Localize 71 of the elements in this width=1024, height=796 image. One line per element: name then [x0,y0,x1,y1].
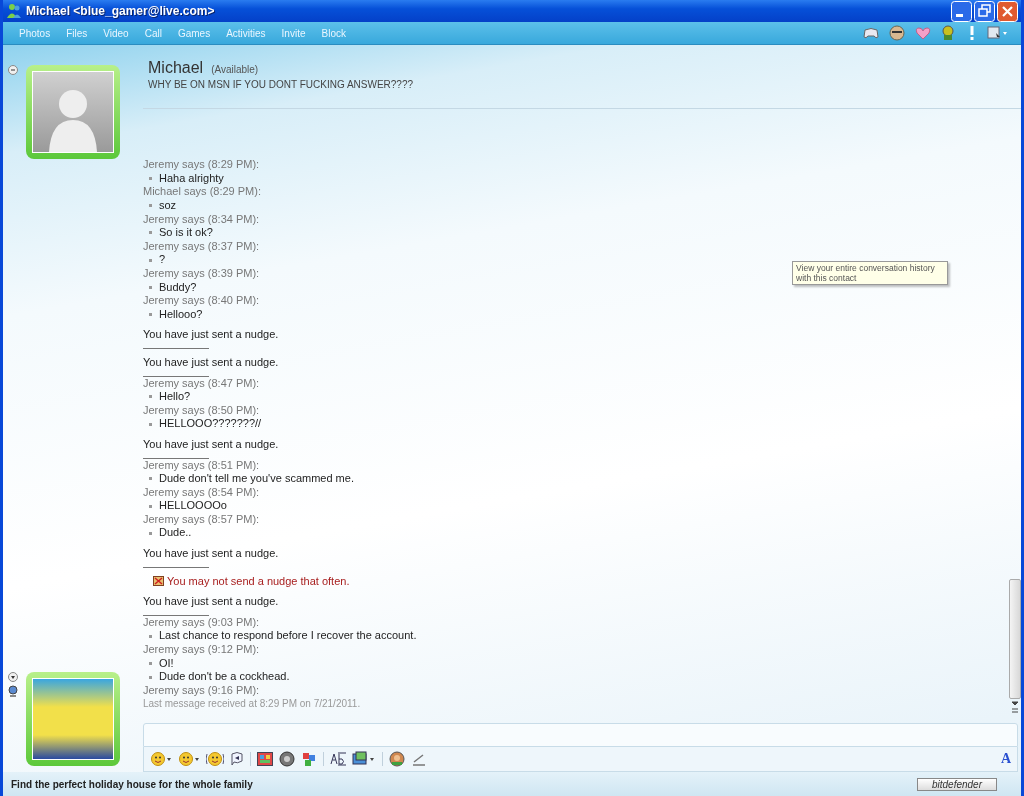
ad-link[interactable]: Find the perfect holiday house for the whole family [11,778,917,790]
collapse-icon[interactable] [8,65,18,75]
menu-item[interactable]: Files [58,27,96,39]
message-header: Jeremy says (8:37 PM): [143,239,260,254]
messenger-icon [6,3,22,19]
message-header: Michael says (8:29 PM): [143,185,261,199]
scrollbar-thumb[interactable] [1009,579,1021,699]
chat-message: Last chance to respond before I recover the account. [159,629,417,644]
nudge-icon[interactable] [206,751,224,767]
close-button[interactable] [997,0,1018,22]
message-header: Jeremy says (8:51 PM): [143,458,260,473]
spell-check-icon[interactable] [330,752,346,766]
message-input[interactable] [143,723,1018,747]
chat-message: Buddy? [159,280,197,295]
picture-icon[interactable] [352,751,376,767]
webcam-icon[interactable] [8,685,18,697]
contact-status: (Available) [211,64,259,75]
font-button[interactable]: A [994,751,1017,767]
pen-icon[interactable] [411,751,427,767]
menu-item[interactable]: Invite [273,27,314,39]
nudge-notice: You have just sent a nudge. [143,355,279,370]
options-menu-icon[interactable] [987,25,1009,41]
wink-icon[interactable] [178,751,200,767]
personal-message: WHY BE ON MSN IF YOU DONT FUCKING ANSWER???? [148,79,415,90]
restore-button[interactable] [974,0,995,22]
message-header: Jeremy says (9:03 PM): [143,615,260,630]
antivirus-badge[interactable]: bitdefender [916,777,997,791]
message-header: Jeremy says (9:12 PM): [143,643,260,657]
menu-item[interactable]: Photos [11,27,59,39]
nudge-icon [153,576,164,587]
menu-item[interactable]: Activities [218,27,274,39]
message-header: Jeremy says (8:40 PM): [143,294,260,308]
minimize-button[interactable] [951,0,972,22]
message-header: Jeremy says (8:29 PM): [143,158,260,172]
tooltip: View your entire conversation history with this contact [792,261,948,285]
voice-clip-icon[interactable] [230,751,244,767]
message-header: Jeremy says (9:16 PM): [143,683,260,698]
nudge-notice: You have just sent a nudge. [143,328,279,342]
expand-icon[interactable] [8,672,18,682]
nudge-notice: You have just sent a nudge. [143,437,279,452]
chat-message: Haha alrighty [159,171,224,186]
message-header: Jeremy says (8:50 PM): [143,403,260,418]
chat-message: Dude don't be a cockhead. [159,670,290,684]
menu-item[interactable]: Games [169,27,219,39]
warning-message: You may not send a nudge that often. [167,574,350,589]
menu-item[interactable]: Block [313,27,354,39]
game-controller-icon[interactable] [863,26,879,40]
message-header: Jeremy says (8:39 PM): [143,266,260,281]
menu-item[interactable]: Video [95,27,137,39]
chat-message: Dude.. [159,526,192,541]
scroll-down-icon[interactable] [1011,699,1019,713]
chat-message: OI! [159,656,174,671]
window-title: Michael <blue_gamer@live.com> [26,4,216,18]
emoticon-icon[interactable] [150,751,172,767]
nudge-notice: You have just sent a nudge. [143,547,279,561]
message-header: Jeremy says (8:57 PM): [143,512,260,527]
chat-message: HELLOOOOo [159,499,227,513]
message-header: Jeremy says (8:54 PM): [143,485,260,500]
last-message-info: Last message received at 8:29 PM on 7/21/2011. [143,697,361,711]
contact-name: Michael [148,59,204,77]
message-header: Jeremy says (8:34 PM): [143,212,260,227]
chat-message: Dude don't tell me you've scammed me. [159,472,354,486]
chat-message: ? [159,253,166,267]
chat-message: Hello? [159,390,191,404]
chat-message: So is it ok? [159,226,213,240]
nudge-notice: You have just sent a nudge. [143,595,279,609]
chat-message: HELLOOO???????// [159,417,262,431]
message-header: Jeremy says (8:47 PM): [143,376,260,391]
menu-item[interactable]: Call [136,27,170,39]
chat-message: Hellooo? [159,307,203,322]
chat-message: soz [159,199,177,213]
